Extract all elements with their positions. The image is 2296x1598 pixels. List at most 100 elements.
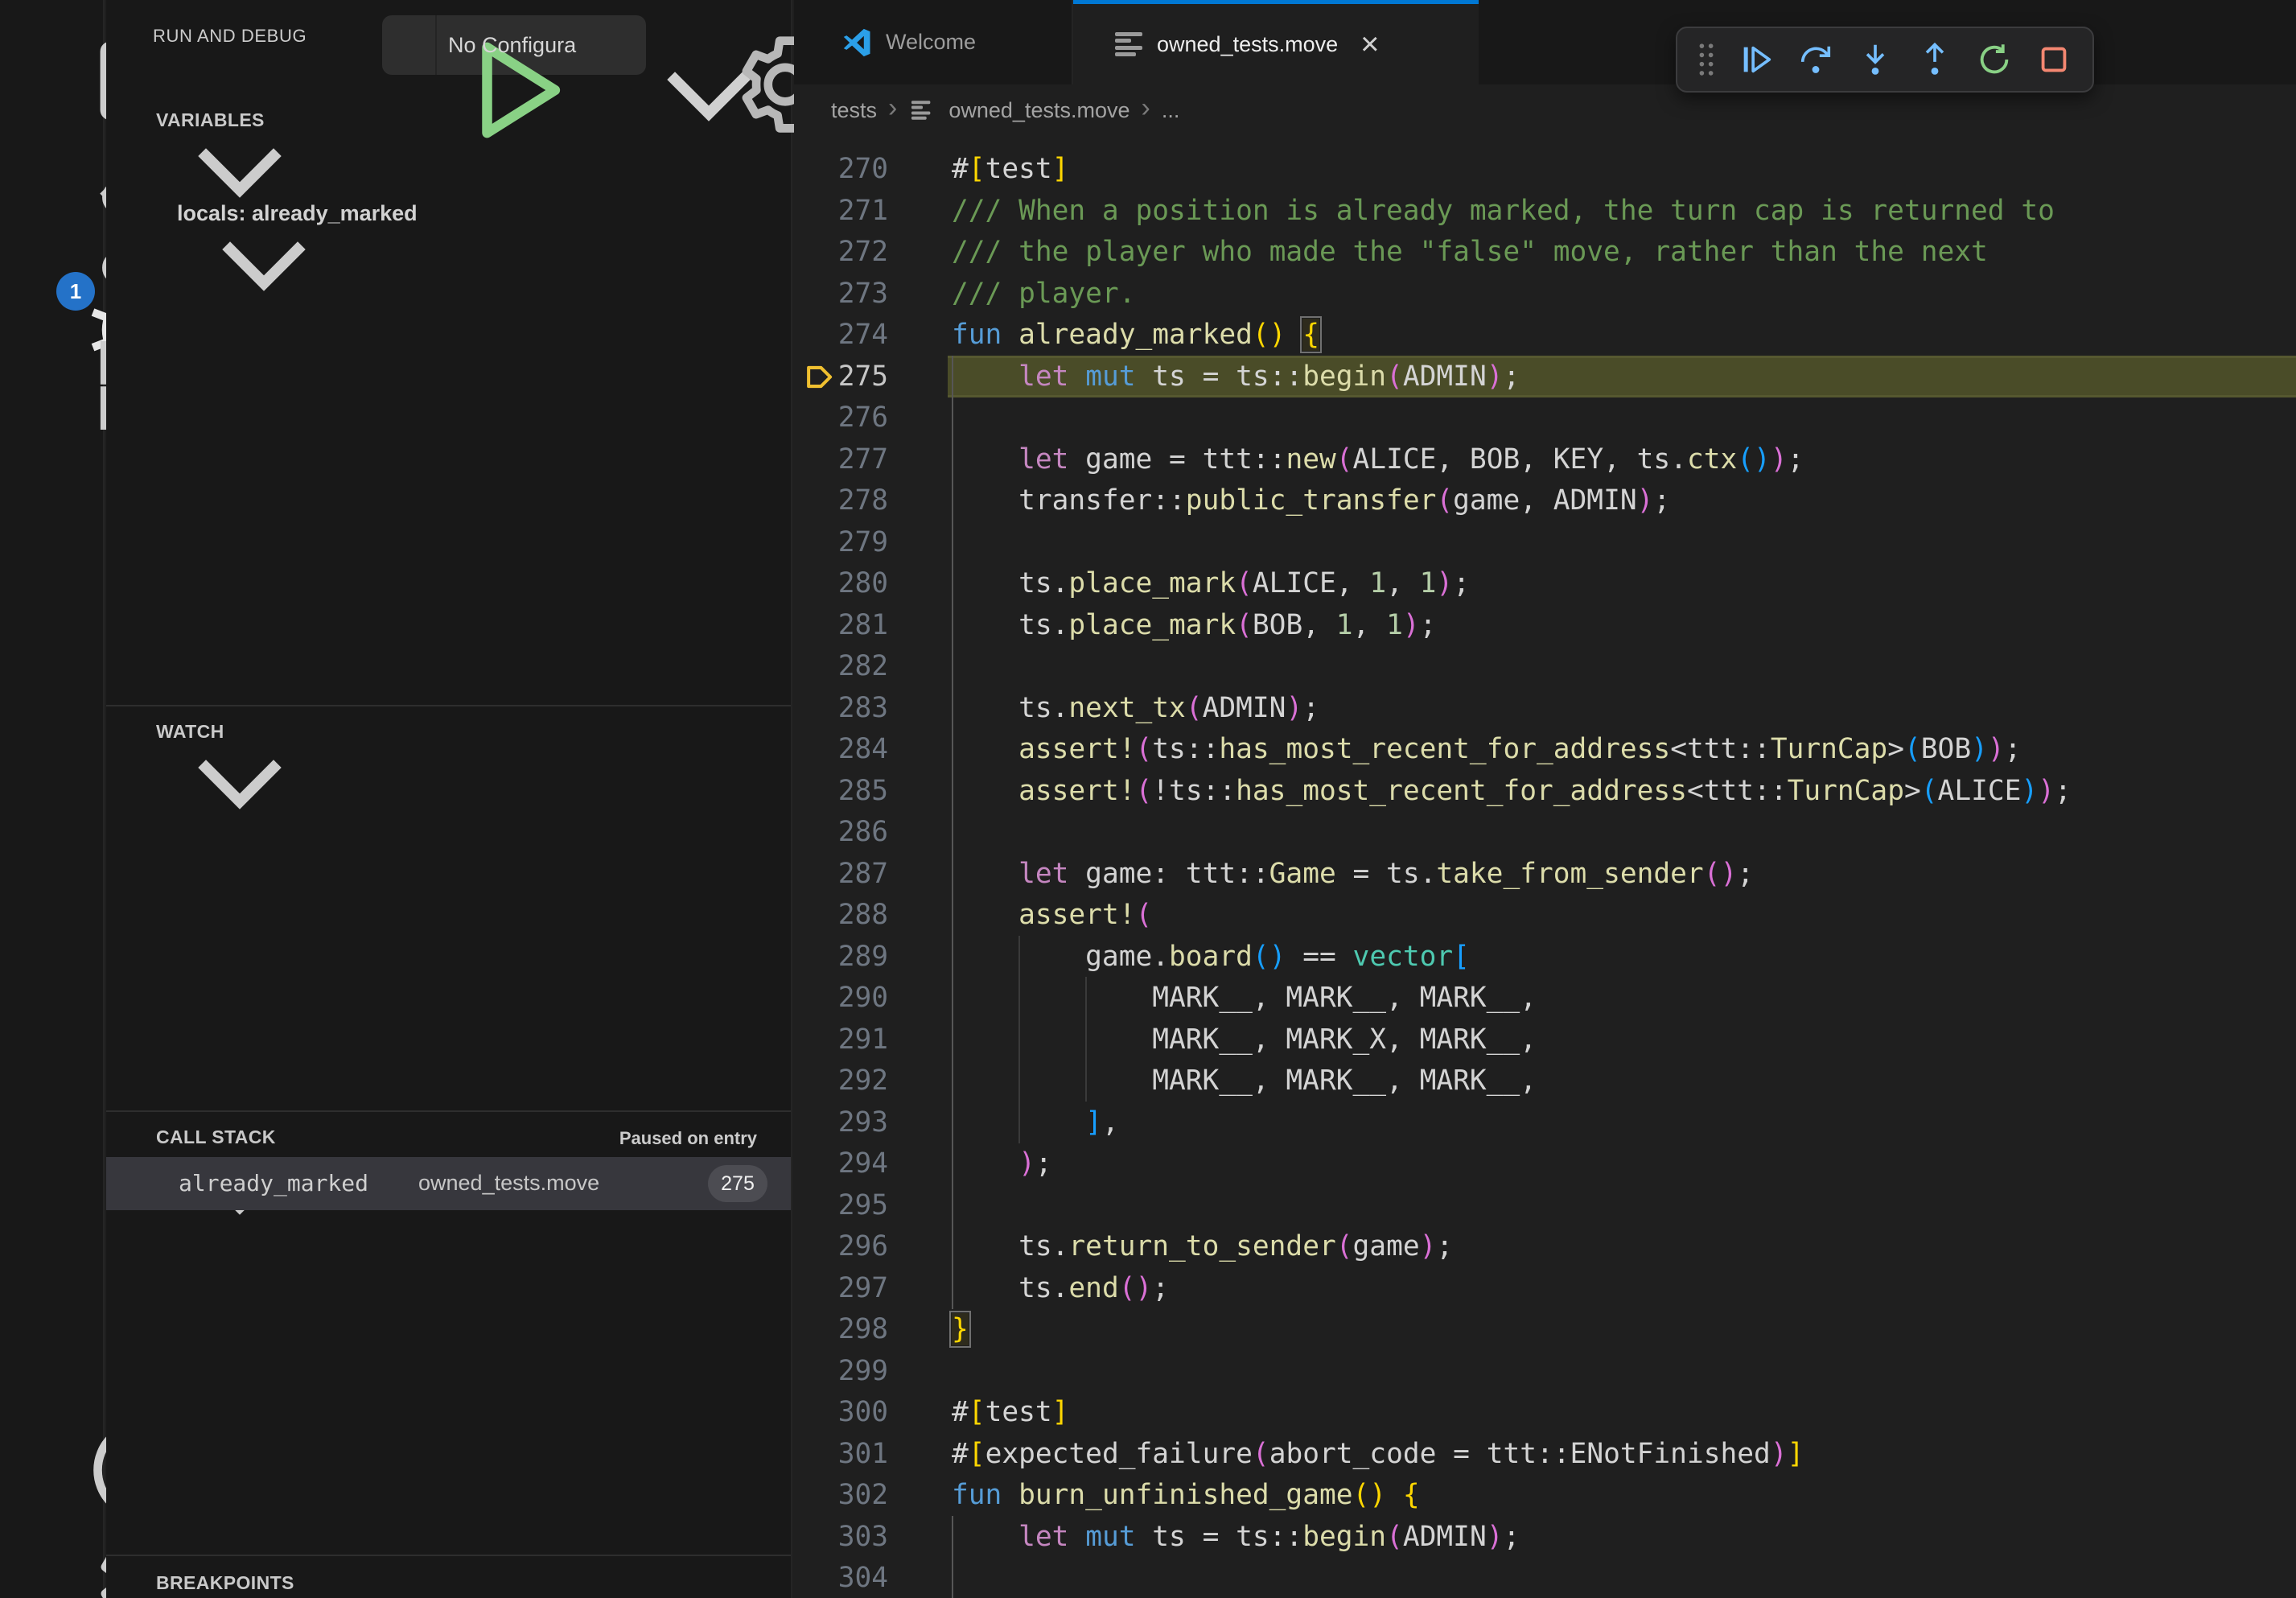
code-line[interactable]: 300#[test]	[794, 1391, 2296, 1433]
line-number[interactable]: 292	[794, 1060, 888, 1102]
line-number[interactable]: 302	[794, 1474, 888, 1516]
line-number[interactable]: 276	[794, 397, 888, 439]
code-line[interactable]: 288 assert!(	[794, 894, 2296, 936]
line-number[interactable]: 301	[794, 1433, 888, 1475]
gear-icon[interactable]	[665, 24, 702, 61]
line-number[interactable]: 275	[794, 356, 888, 397]
code-line[interactable]: 297 ts.end();	[794, 1267, 2296, 1309]
line-number[interactable]: 285	[794, 770, 888, 812]
code-line[interactable]: 275 let mut ts = ts::begin(ADMIN);	[794, 356, 2296, 397]
code-line[interactable]: 287 let game: ttt::Game = ts.take_from_s…	[794, 853, 2296, 895]
line-number[interactable]: 286	[794, 811, 888, 853]
more-actions-icon[interactable]	[719, 29, 755, 56]
source-control-icon[interactable]	[27, 172, 78, 224]
line-number[interactable]: 277	[794, 439, 888, 480]
line-number[interactable]: 293	[794, 1102, 888, 1143]
code-line[interactable]: 282	[794, 645, 2296, 687]
settings-gear-icon[interactable]	[23, 1520, 81, 1578]
breadcrumb-item-tests[interactable]: tests	[831, 98, 877, 123]
line-number[interactable]: 289	[794, 936, 888, 978]
code-editor[interactable]: 270#[test]271/// When a position is alre…	[794, 137, 2296, 1598]
code-line[interactable]: 290 MARK__, MARK__, MARK__,	[794, 977, 2296, 1019]
line-number[interactable]: 296	[794, 1225, 888, 1267]
code-line[interactable]: 298}	[794, 1308, 2296, 1350]
call-stack-frame[interactable]: already_marked owned_tests.move 275	[106, 1157, 791, 1210]
call-stack-section-header[interactable]: CALL STACK Paused on entry	[106, 1112, 791, 1163]
code-line[interactable]: 278 transfer::public_transfer(game, ADMI…	[794, 480, 2296, 521]
line-number[interactable]: 284	[794, 728, 888, 770]
line-number[interactable]: 295	[794, 1184, 888, 1226]
code-line[interactable]: 280 ts.place_mark(ALICE, 1, 1);	[794, 562, 2296, 604]
code-line[interactable]: 293 ],	[794, 1102, 2296, 1143]
tab-welcome[interactable]: Welcome	[794, 0, 1073, 84]
code-line[interactable]: 283 ts.next_tx(ADMIN);	[794, 687, 2296, 729]
close-icon[interactable]: ×	[1360, 28, 1379, 60]
code-line[interactable]: 273/// player.	[794, 273, 2296, 315]
stop-button[interactable]	[2028, 34, 2080, 85]
account-icon[interactable]	[23, 1410, 81, 1468]
line-number[interactable]: 300	[794, 1391, 888, 1433]
search-icon[interactable]	[27, 93, 78, 144]
code-line[interactable]: 304	[794, 1557, 2296, 1598]
line-number[interactable]: 280	[794, 562, 888, 604]
line-number[interactable]: 282	[794, 645, 888, 687]
code-line[interactable]: 299	[794, 1350, 2296, 1392]
code-line[interactable]: 291 MARK__, MARK_X, MARK__,	[794, 1019, 2296, 1061]
extensions-icon[interactable]	[27, 325, 78, 377]
line-number[interactable]: 298	[794, 1308, 888, 1350]
line-number[interactable]: 273	[794, 273, 888, 315]
step-over-button[interactable]	[1790, 34, 1841, 85]
code-line[interactable]: 279	[794, 521, 2296, 563]
code-line[interactable]: 294 );	[794, 1143, 2296, 1184]
code-line[interactable]: 276	[794, 397, 2296, 439]
breadcrumb-item-symbol[interactable]: ...	[1162, 98, 1180, 123]
launch-config-dropdown[interactable]: No Configura	[382, 15, 646, 75]
line-number[interactable]: 278	[794, 480, 888, 521]
line-number[interactable]: 272	[794, 231, 888, 273]
code-line[interactable]: 277 let game = ttt::new(ALICE, BOB, KEY,…	[794, 439, 2296, 480]
code-line[interactable]: 295	[794, 1184, 2296, 1226]
code-line[interactable]: 302fun burn_unfinished_game() {	[794, 1474, 2296, 1516]
line-number[interactable]: 270	[794, 148, 888, 190]
step-out-button[interactable]	[1909, 34, 1961, 85]
code-line[interactable]: 270#[test]	[794, 148, 2296, 190]
line-number[interactable]: 294	[794, 1143, 888, 1184]
variables-scope-locals[interactable]: locals: already_marked	[106, 192, 791, 238]
restart-button[interactable]	[1969, 34, 2020, 85]
code-line[interactable]: 286	[794, 811, 2296, 853]
code-line[interactable]: 271/// When a position is already marked…	[794, 190, 2296, 232]
gripper-icon[interactable]	[1690, 34, 1722, 85]
tab-owned-tests-move[interactable]: owned_tests.move ×	[1073, 0, 1479, 84]
code-line[interactable]: 292 MARK__, MARK__, MARK__,	[794, 1060, 2296, 1102]
code-line[interactable]: 284 assert!(ts::has_most_recent_for_addr…	[794, 728, 2296, 770]
watch-section-header[interactable]: WATCH	[106, 706, 791, 758]
line-number[interactable]: 304	[794, 1557, 888, 1598]
line-number[interactable]: 283	[794, 687, 888, 729]
line-number[interactable]: 274	[794, 314, 888, 356]
code-line[interactable]: 272/// the player who made the "false" m…	[794, 231, 2296, 273]
breakpoints-section-header[interactable]: BREAKPOINTS	[106, 1558, 791, 1598]
code-line[interactable]: 289 game.board() == vector[	[794, 936, 2296, 978]
code-line[interactable]: 303 let mut ts = ts::begin(ADMIN);	[794, 1516, 2296, 1558]
breadcrumb-item-file[interactable]: owned_tests.move	[948, 98, 1129, 123]
line-number[interactable]: 303	[794, 1516, 888, 1558]
code-line[interactable]: 285 assert!(!ts::has_most_recent_for_add…	[794, 770, 2296, 812]
line-number[interactable]: 297	[794, 1267, 888, 1309]
line-number[interactable]: 281	[794, 604, 888, 646]
code-line[interactable]: 296 ts.return_to_sender(game);	[794, 1225, 2296, 1267]
code-line[interactable]: 281 ts.place_mark(BOB, 1, 1);	[794, 604, 2296, 646]
continue-button[interactable]	[1730, 34, 1782, 85]
line-number[interactable]: 290	[794, 977, 888, 1019]
explorer-icon[interactable]	[27, 13, 78, 64]
code-line[interactable]: 274fun already_marked() {	[794, 314, 2296, 356]
code-line[interactable]: 301#[expected_failure(abort_code = ttt::…	[794, 1433, 2296, 1475]
line-number[interactable]: 299	[794, 1350, 888, 1392]
debug-start-icon[interactable]	[397, 30, 424, 60]
step-into-button[interactable]	[1850, 34, 1901, 85]
line-number[interactable]: 271	[794, 190, 888, 232]
line-number[interactable]: 288	[794, 894, 888, 936]
line-number[interactable]: 279	[794, 521, 888, 563]
line-number[interactable]: 287	[794, 853, 888, 895]
variables-section-header[interactable]: VARIABLES	[106, 95, 791, 146]
line-number[interactable]: 291	[794, 1019, 888, 1061]
